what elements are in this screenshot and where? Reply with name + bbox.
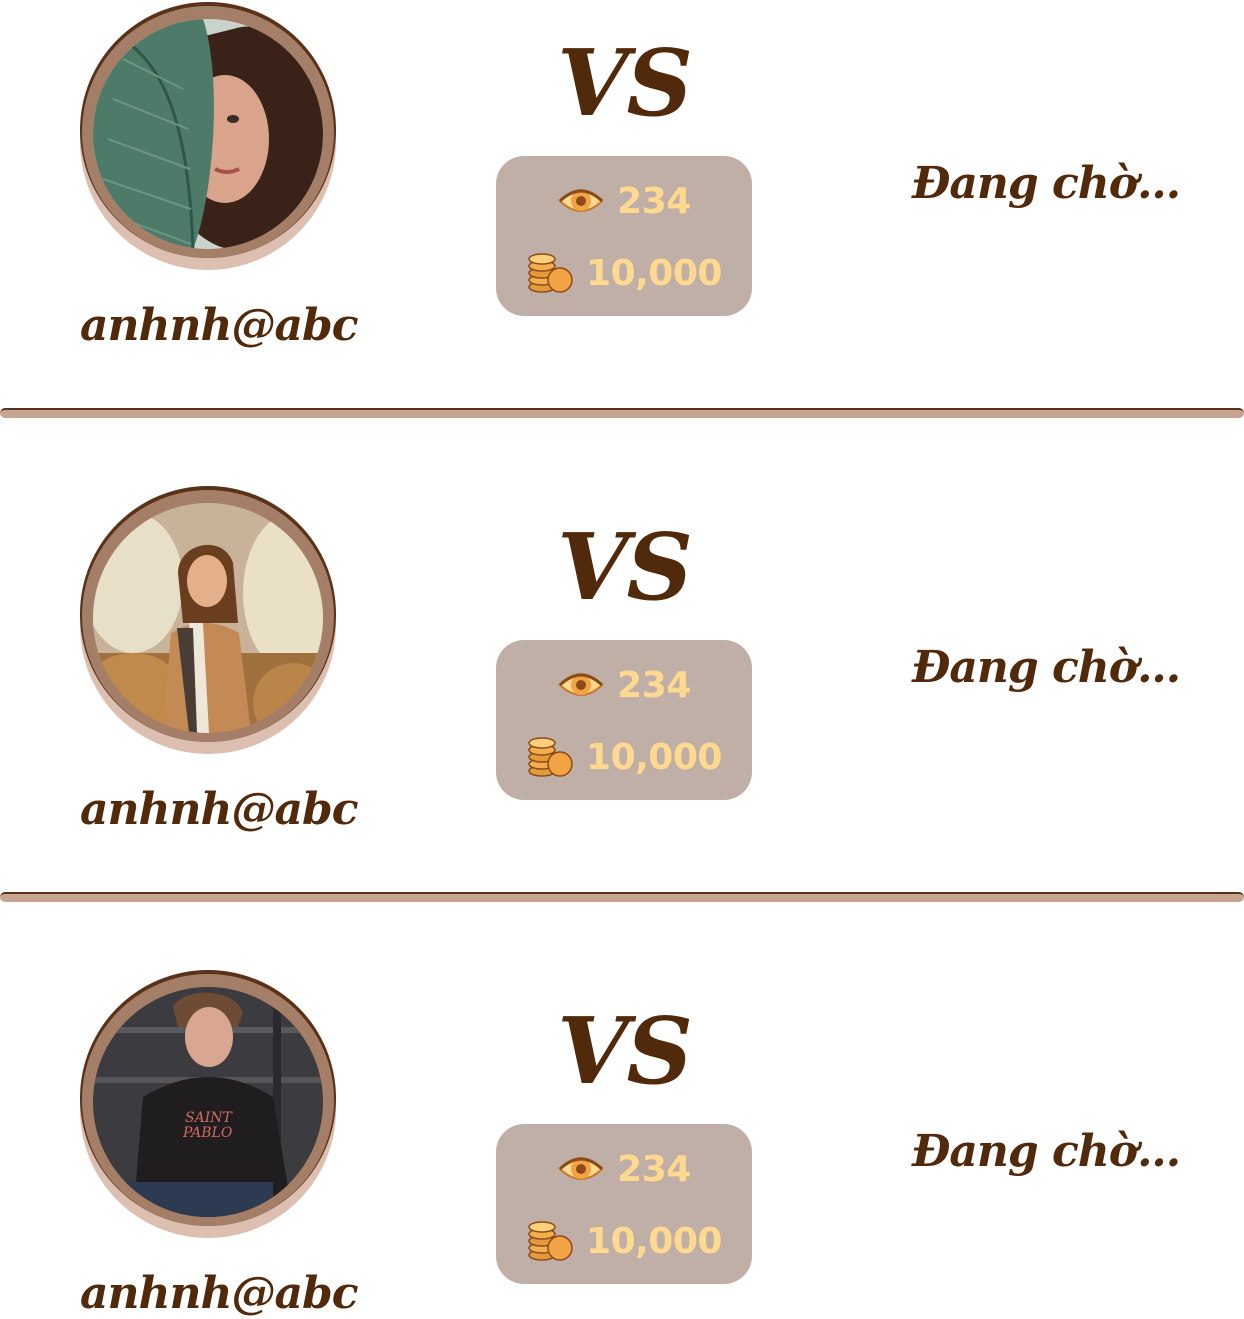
avatar-photo-man-sweatshirt: SAINT PABLO: [93, 987, 323, 1217]
match-stats-box: 234 10,000: [496, 156, 752, 316]
player-username: anhnh@abc: [80, 784, 359, 835]
eye-icon: [557, 1145, 605, 1193]
opponent-status: Đang chờ...: [911, 1126, 1181, 1177]
opponent-status: Đang chờ...: [911, 158, 1181, 209]
bet-stat: 10,000: [496, 732, 752, 782]
views-stat: 234: [496, 660, 752, 710]
row-divider: [0, 892, 1244, 902]
row-divider: [0, 408, 1244, 418]
avatar-photo-woman-coat: [93, 503, 323, 733]
views-count: 234: [617, 664, 691, 706]
player-username: anhnh@abc: [80, 1268, 359, 1319]
match-stats-box: 234 10,000: [496, 1124, 752, 1284]
coins-icon: [526, 733, 574, 781]
match-stats-box: 234 10,000: [496, 640, 752, 800]
bet-stat: 10,000: [496, 1216, 752, 1266]
coins-icon: [526, 1217, 574, 1265]
match-list: anhnh@abc VS 234 10,000 Đang chờ... anhn…: [0, 0, 1244, 1319]
vs-label: VS: [557, 513, 693, 621]
views-stat: 234: [496, 1144, 752, 1194]
views-count: 234: [617, 180, 691, 222]
avatar-photo-woman-leaf: [93, 19, 323, 249]
views-count: 234: [617, 1148, 691, 1190]
vs-label: VS: [557, 29, 693, 137]
player-avatar[interactable]: [80, 486, 336, 754]
opponent-status: Đang chờ...: [911, 642, 1181, 693]
coins-icon: [526, 249, 574, 297]
svg-text:PABLO: PABLO: [182, 1125, 233, 1141]
player-avatar[interactable]: [80, 2, 336, 270]
player-username: anhnh@abc: [80, 300, 359, 351]
bet-amount: 10,000: [586, 1220, 722, 1262]
player-avatar[interactable]: SAINT PABLO: [80, 970, 336, 1238]
bet-amount: 10,000: [586, 252, 722, 294]
bet-amount: 10,000: [586, 736, 722, 778]
match-row[interactable]: SAINT PABLO anhnh@abc VS 234 10,000 Đang…: [0, 968, 1244, 1319]
svg-text:SAINT: SAINT: [185, 1110, 233, 1126]
vs-label: VS: [557, 997, 693, 1105]
views-stat: 234: [496, 176, 752, 226]
bet-stat: 10,000: [496, 248, 752, 298]
eye-icon: [557, 661, 605, 709]
eye-icon: [557, 177, 605, 225]
